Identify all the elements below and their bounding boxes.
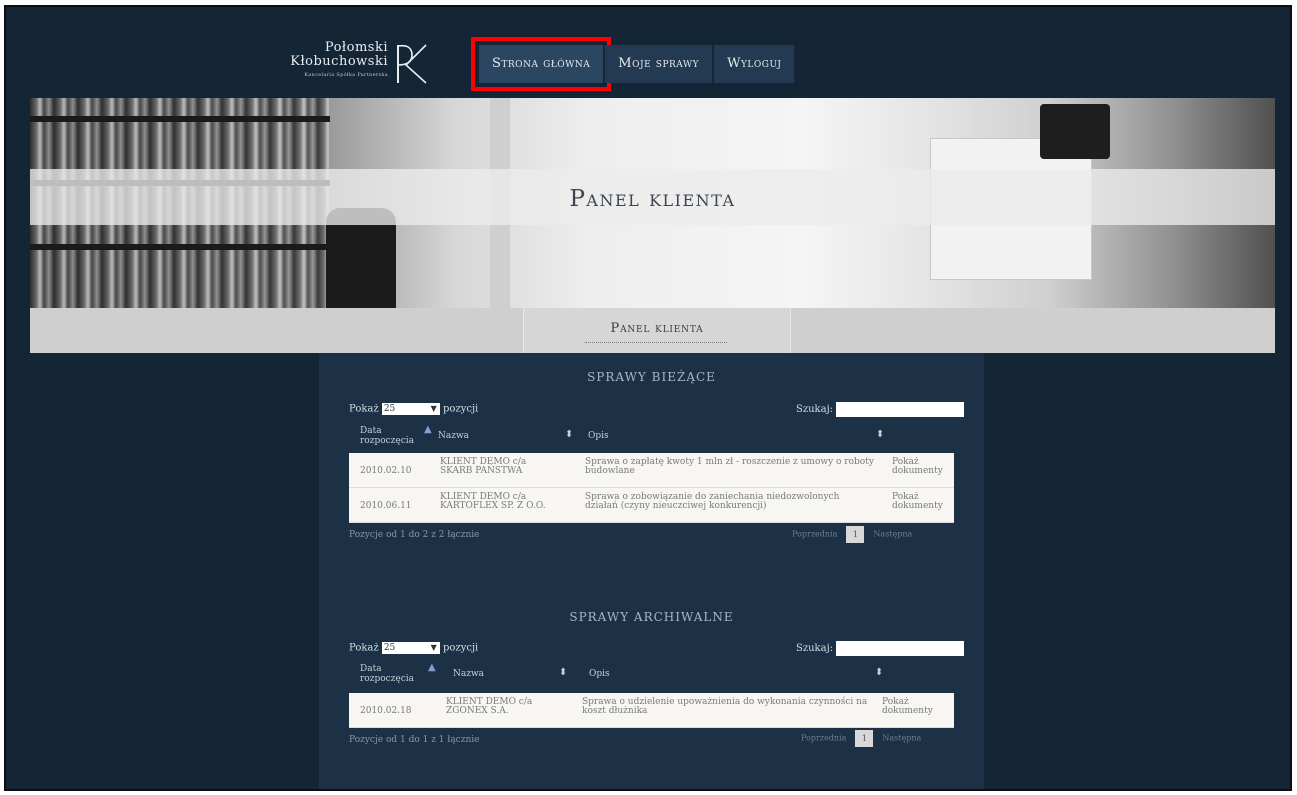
current-col-desc[interactable]: Opis bbox=[588, 431, 609, 441]
row-desc: Sprawa o zapłatę kwoty 1 mln zł - roszcz… bbox=[585, 457, 874, 476]
main-nav: Strona główna Moje sprawy Wyloguj bbox=[470, 37, 795, 91]
current-pagination: Poprzednia 1 Następna bbox=[792, 526, 912, 543]
pagination-next-button[interactable]: Następna bbox=[873, 530, 912, 539]
current-search-input[interactable] bbox=[836, 402, 965, 417]
archive-show-label: Pokaż bbox=[349, 642, 379, 654]
current-col-date[interactable]: Data rozpoczęcia bbox=[360, 426, 420, 446]
current-table-info: Pozycje od 1 do 2 z 2 łącznie bbox=[349, 530, 480, 540]
chevron-down-icon: ▼ bbox=[430, 643, 437, 652]
sort-asc-icon: ▲ bbox=[424, 424, 432, 435]
row-show-documents-link[interactable]: Pokaż dokumenty bbox=[892, 458, 952, 476]
row-date: 2010.06.11 bbox=[360, 501, 412, 511]
archive-table-header: Data rozpoczęcia ▲ Nazwa ⬍ Opis ⬍ bbox=[349, 662, 954, 692]
current-col-name[interactable]: Nazwa bbox=[438, 431, 469, 441]
archive-col-desc[interactable]: Opis bbox=[589, 669, 610, 679]
subnav-bar: Panel klienta bbox=[30, 308, 1275, 353]
pagination-page-button[interactable]: 1 bbox=[855, 730, 874, 747]
archive-table-info: Pozycje od 1 do 1 z 1 łącznie bbox=[349, 735, 480, 745]
current-page-size-select[interactable]: 25 ▼ bbox=[381, 403, 440, 415]
row-name: KLIENT DEMO c/a SKARB PAŃSTWA bbox=[440, 457, 527, 476]
subnav-panel-link[interactable]: Panel klienta bbox=[524, 321, 790, 336]
sort-asc-icon: ▲ bbox=[428, 662, 436, 673]
archive-search-label: Szukaj: bbox=[796, 643, 834, 654]
current-page-size-value: 25 bbox=[383, 404, 396, 414]
archive-search-control: Szukaj: bbox=[796, 641, 965, 656]
sort-both-icon: ⬍ bbox=[875, 667, 884, 678]
current-search-control: Szukaj: bbox=[796, 402, 965, 417]
current-table-header: Data rozpoczęcia ▲ Nazwa ⬍ Opis ⬍ bbox=[349, 424, 954, 454]
row-date: 2010.02.10 bbox=[360, 466, 412, 476]
pagination-prev-button[interactable]: Poprzednia bbox=[801, 734, 846, 743]
table-row: 2010.02.10 KLIENT DEMO c/a SKARB PAŃSTWA… bbox=[349, 453, 954, 488]
current-cases-title: SPRAWY BIEŻĄCE bbox=[587, 370, 716, 384]
current-show-label: Pokaż bbox=[349, 403, 379, 415]
logo[interactable]: Połomski Kłobuchowski Kancelaria Spółka … bbox=[261, 41, 436, 101]
logo-line1: Połomski bbox=[324, 40, 388, 55]
row-date: 2010.02.18 bbox=[360, 706, 412, 716]
row-desc: Sprawa o udzielenie upoważnienia do wyko… bbox=[582, 697, 868, 716]
pagination-prev-button[interactable]: Poprzednia bbox=[792, 530, 837, 539]
nav-home[interactable]: Strona główna bbox=[470, 37, 612, 91]
subnav-center: Panel klienta bbox=[523, 308, 791, 353]
main-content: SPRAWY BIEŻĄCE Pokaż 25 ▼ pozycji Szukaj:… bbox=[319, 353, 984, 789]
logo-monogram-icon bbox=[397, 44, 427, 84]
archive-page-size-value: 25 bbox=[383, 643, 396, 653]
archive-length-control: Pokaż 25 ▼ pozycji bbox=[349, 642, 478, 654]
hero-monitor-image bbox=[1040, 104, 1110, 159]
page-frame: Połomski Kłobuchowski Kancelaria Spółka … bbox=[4, 5, 1292, 791]
sort-both-icon: ⬍ bbox=[876, 429, 885, 440]
archive-col-date[interactable]: Data rozpoczęcia bbox=[360, 664, 420, 684]
sort-both-icon: ⬍ bbox=[559, 667, 568, 678]
archive-pagination: Poprzednia 1 Następna bbox=[801, 730, 921, 747]
logo-subtitle: Kancelaria Spółka Partnerska bbox=[304, 72, 388, 78]
nav-my-cases[interactable]: Moje sprawy bbox=[605, 45, 713, 83]
hero-banner: Panel klienta bbox=[30, 98, 1275, 308]
pagination-next-button[interactable]: Następna bbox=[882, 734, 921, 743]
table-row: 2010.02.18 KLIENT DEMO c/a ZGONEX S.A. S… bbox=[349, 693, 954, 728]
archive-show-suffix: pozycji bbox=[443, 642, 479, 654]
current-show-suffix: pozycji bbox=[443, 403, 479, 415]
sort-both-icon: ⬍ bbox=[565, 429, 574, 440]
logo-text: Połomski Kłobuchowski bbox=[290, 41, 388, 69]
subnav-dotted-divider bbox=[585, 342, 727, 343]
logo-line2: Kłobuchowski bbox=[290, 54, 388, 69]
row-name: KLIENT DEMO c/a KARTOFLEX SP. Z O.O. bbox=[440, 492, 546, 511]
row-name: KLIENT DEMO c/a ZGONEX S.A. bbox=[446, 697, 533, 716]
table-row: 2010.06.11 KLIENT DEMO c/a KARTOFLEX SP.… bbox=[349, 488, 954, 523]
current-length-control: Pokaż 25 ▼ pozycji bbox=[349, 403, 478, 415]
chevron-down-icon: ▼ bbox=[430, 404, 437, 413]
pagination-page-button[interactable]: 1 bbox=[846, 526, 865, 543]
nav-logout[interactable]: Wyloguj bbox=[714, 45, 795, 83]
archive-col-name[interactable]: Nazwa bbox=[453, 669, 484, 679]
row-desc: Sprawa o zobowiązanie do zaniechania nie… bbox=[585, 492, 840, 511]
archive-cases-title: SPRAWY ARCHIWALNE bbox=[569, 610, 734, 624]
current-search-label: Szukaj: bbox=[796, 404, 834, 415]
row-show-documents-link[interactable]: Pokaż dokumenty bbox=[892, 493, 952, 511]
archive-search-input[interactable] bbox=[836, 641, 965, 656]
row-show-documents-link[interactable]: Pokaż dokumenty bbox=[882, 698, 952, 716]
archive-page-size-select[interactable]: 25 ▼ bbox=[381, 642, 440, 654]
hero-title: Panel klienta bbox=[569, 186, 736, 212]
